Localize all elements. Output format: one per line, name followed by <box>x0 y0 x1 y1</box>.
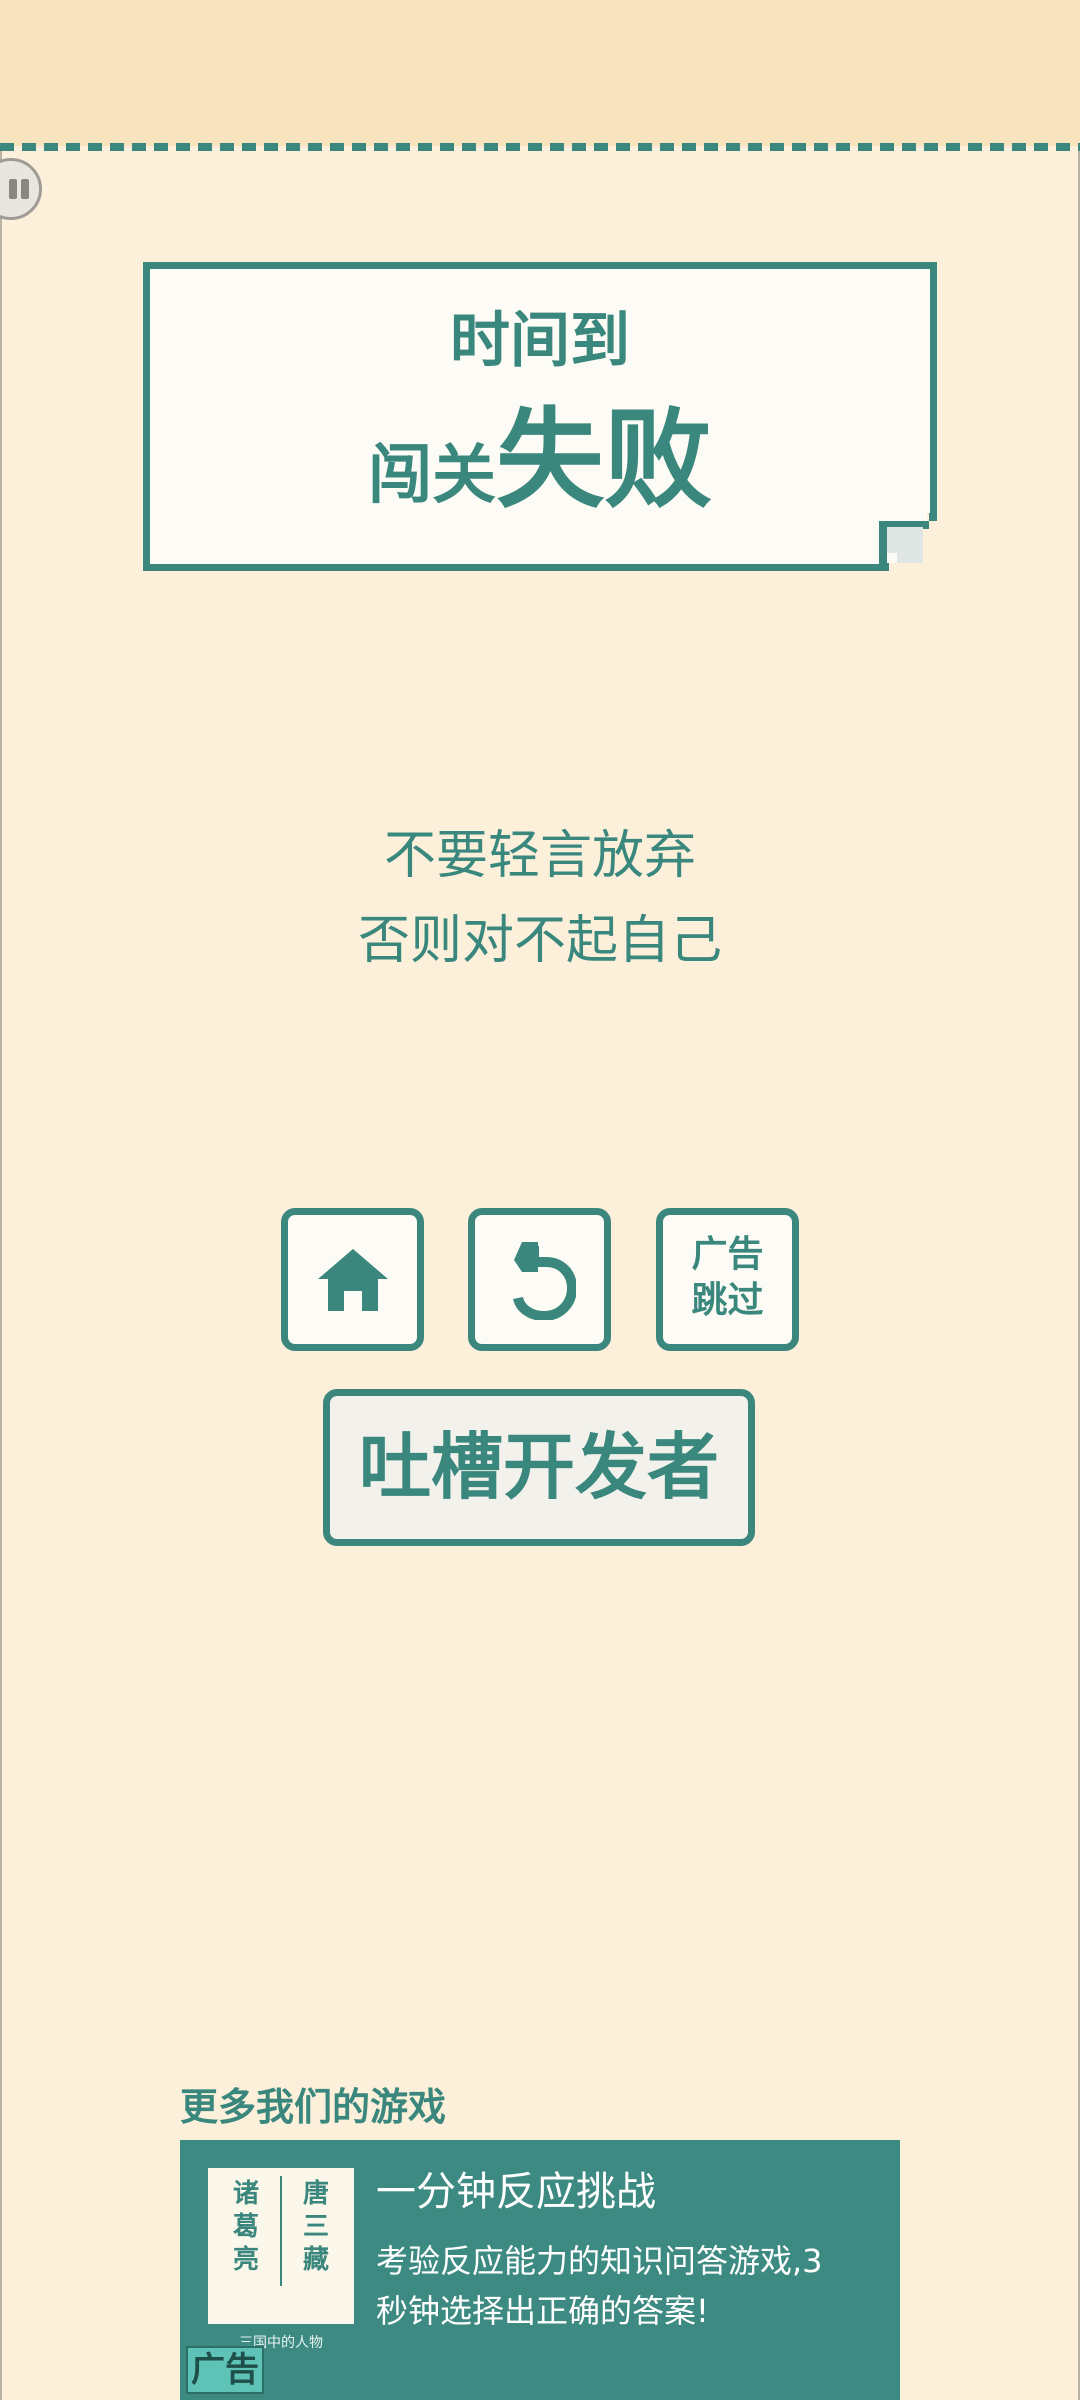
left-border <box>0 151 2 2400</box>
top-band <box>0 0 1080 146</box>
skip-ad-label: 广告 跳过 <box>691 1234 764 1321</box>
restart-icon <box>512 1241 576 1320</box>
more-games-title: 更多我们的游戏 <box>180 2085 447 2129</box>
pause-icon-bar <box>21 179 29 199</box>
restart-button[interactable] <box>468 1208 611 1351</box>
time-up-text: 时间到 <box>450 306 630 376</box>
result-card: 时间到 闯关失败 <box>143 262 937 571</box>
promo-game-title: 一分钟反应挑战 <box>376 2169 656 2215</box>
pause-icon-bar <box>9 179 17 199</box>
home-button[interactable] <box>281 1208 424 1351</box>
motto-line-1: 不要轻言放弃 <box>383 826 696 886</box>
level-failed-text: 闯关失败 <box>150 407 930 515</box>
thumb-divider <box>280 2176 282 2286</box>
dashed-divider <box>0 143 1080 151</box>
level-failed-prefix: 闯关 <box>367 439 496 513</box>
game-promo-card[interactable]: 诸 葛 亮 唐 三 藏 三国中的人物 一分钟反应挑战 考验反应能力的知识问答游戏… <box>180 2140 900 2400</box>
ad-badge: 广告 <box>186 2346 264 2394</box>
home-icon <box>317 1248 388 1311</box>
motto-line-2: 否则对不起自己 <box>357 911 722 971</box>
game-thumbnail: 诸 葛 亮 唐 三 藏 <box>208 2168 354 2324</box>
level-failed-emphasis: 失败 <box>495 398 712 523</box>
skip-ad-button[interactable]: 广告 跳过 <box>656 1208 799 1351</box>
pause-button[interactable] <box>0 158 42 220</box>
feedback-button[interactable]: 吐槽开发者 <box>323 1389 755 1546</box>
promo-game-description: 考验反应能力的知识问答游戏,3秒钟选择出正确的答案! <box>376 2242 823 2330</box>
thumb-text-left: 诸 葛 亮 <box>232 2179 259 2275</box>
thumb-text-right: 唐 三 藏 <box>302 2179 329 2275</box>
page-fold-icon <box>879 513 937 571</box>
